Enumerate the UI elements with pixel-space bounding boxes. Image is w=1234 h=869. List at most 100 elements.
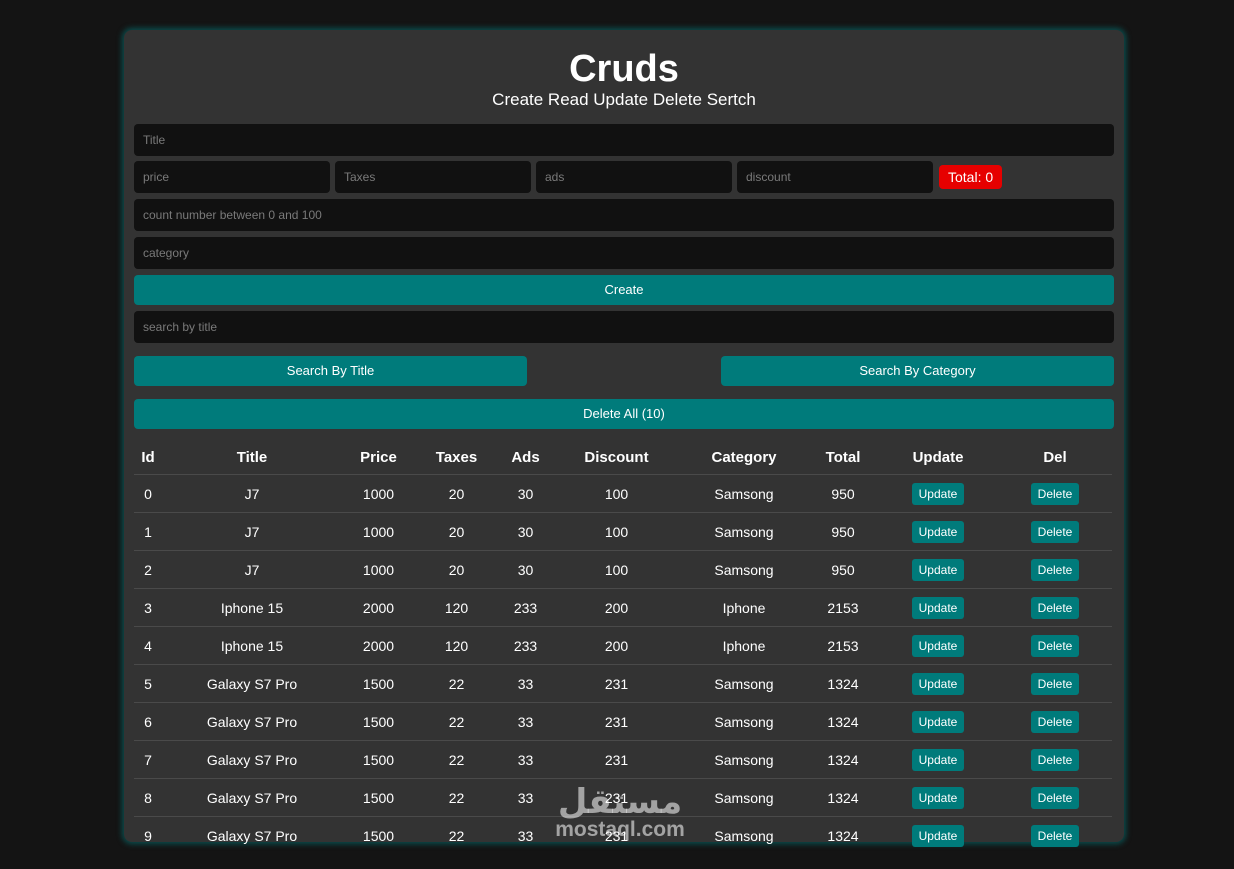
page-title: Cruds — [569, 48, 679, 90]
page-subtitle: Create Read Update Delete Sertch — [492, 90, 756, 109]
create-button[interactable]: Create — [134, 275, 1114, 305]
cell-price: 2000 — [342, 589, 415, 627]
cell-total: 950 — [808, 475, 878, 513]
header-update: Update — [878, 440, 998, 475]
cell-id: 5 — [134, 665, 162, 703]
delete-button[interactable]: Delete — [1030, 710, 1080, 733]
cell-total: 950 — [808, 551, 878, 589]
taxes-input[interactable] — [335, 161, 531, 193]
cell-title: Iphone 15 — [162, 589, 342, 627]
cell-price: 1500 — [342, 665, 415, 703]
table-row: 3 Iphone 15 2000 120 233 200 Iphone 2153 Update D… — [134, 589, 1112, 627]
update-button[interactable]: Update — [911, 824, 965, 847]
table-row: 6 Galaxy S7 Pro 1500 22 33 231 Samsong 1324 Upda… — [134, 703, 1112, 741]
count-input[interactable] — [134, 199, 1114, 231]
delete-button[interactable]: Delete — [1030, 596, 1080, 619]
cell-update: Update — [878, 551, 998, 589]
cell-category: Samsong — [680, 513, 808, 551]
cell-taxes: 22 — [415, 665, 498, 703]
table-row: 4 Iphone 15 2000 120 233 200 Iphone 2153 Update D… — [134, 627, 1112, 665]
cell-ads: 233 — [498, 627, 553, 665]
delete-button[interactable]: Delete — [1030, 520, 1080, 543]
cell-price: 1000 — [342, 551, 415, 589]
search-input[interactable] — [134, 311, 1114, 343]
cell-update: Update — [878, 665, 998, 703]
cell-total: 1324 — [808, 703, 878, 741]
cell-taxes: 120 — [415, 589, 498, 627]
cell-delete: Delete — [998, 627, 1112, 665]
update-button[interactable]: Update — [911, 596, 965, 619]
update-button[interactable]: Update — [911, 520, 965, 543]
cell-discount: 231 — [553, 703, 680, 741]
search-by-category-button[interactable]: Search By Category — [721, 356, 1114, 386]
cell-delete: Delete — [998, 703, 1112, 741]
delete-button[interactable]: Delete — [1030, 786, 1080, 809]
header-id: Id — [134, 440, 162, 475]
header-total: Total — [808, 440, 878, 475]
update-button[interactable]: Update — [911, 748, 965, 771]
cell-price: 1500 — [342, 703, 415, 741]
header-taxes: Taxes — [415, 440, 498, 475]
cell-ads: 33 — [517, 827, 534, 844]
cell-id: 9 — [144, 827, 152, 844]
cell-total: 1324 — [808, 665, 878, 703]
title-input[interactable] — [134, 124, 1114, 156]
price-input[interactable] — [134, 161, 330, 193]
cell-ads: 33 — [498, 665, 553, 703]
update-button[interactable]: Update — [911, 786, 965, 809]
delete-button[interactable]: Delete — [1030, 824, 1080, 847]
cell-update: Update — [878, 589, 998, 627]
cell-update: Update — [878, 741, 998, 779]
cell-update: Update — [878, 703, 998, 741]
cell-delete: Delete — [998, 513, 1112, 551]
delete-button[interactable]: Delete — [1030, 672, 1080, 695]
total-badge: Total: 0 — [939, 165, 1003, 189]
cell-title: Galaxy S7 Pro — [162, 665, 342, 703]
cell-category: Samsong — [680, 475, 808, 513]
delete-button[interactable]: Delete — [1030, 482, 1080, 505]
cell-total: 2153 — [808, 627, 878, 665]
cell-title: Galaxy S7 Pro — [162, 703, 342, 741]
cell-ads: 30 — [498, 513, 553, 551]
cell-discount: 231 — [553, 779, 680, 817]
delete-button[interactable]: Delete — [1030, 558, 1080, 581]
update-button[interactable]: Update — [911, 634, 965, 657]
cell-taxes: 22 — [415, 779, 498, 817]
header-price: Price — [342, 440, 415, 475]
update-button[interactable]: Update — [911, 672, 965, 695]
cell-id: 3 — [134, 589, 162, 627]
ads-input[interactable] — [536, 161, 732, 193]
cell-update: Update — [878, 627, 998, 665]
cell-taxes: 120 — [415, 627, 498, 665]
cell-title: Iphone 15 — [162, 627, 342, 665]
discount-input[interactable] — [737, 161, 933, 193]
delete-all-button[interactable]: Delete All (10) — [134, 399, 1114, 429]
cell-total: 1324 — [808, 779, 878, 817]
cell-title: J7 — [162, 551, 342, 589]
table-header-row: Id Title Price Taxes Ads Discount Catego… — [134, 440, 1112, 475]
cell-category: Iphone — [680, 627, 808, 665]
cell-category: Samsong — [680, 779, 808, 817]
header-del: Del — [998, 440, 1112, 475]
delete-button[interactable]: Delete — [1030, 634, 1080, 657]
cell-price: 1000 — [342, 475, 415, 513]
cell-category: Samsong — [680, 665, 808, 703]
table-row: 2 J7 1000 20 30 100 Samsong 950 Update Delete — [134, 551, 1112, 589]
update-button[interactable]: Update — [911, 710, 965, 733]
price-row: Total: 0 — [134, 161, 1114, 193]
cell-ads: 33 — [498, 741, 553, 779]
cell-discount: 100 — [553, 475, 680, 513]
update-button[interactable]: Update — [911, 482, 965, 505]
search-by-title-button[interactable]: Search By Title — [134, 356, 527, 386]
cell-taxes: 20 — [415, 475, 498, 513]
delete-button[interactable]: Delete — [1030, 748, 1080, 771]
cell-discount: 100 — [553, 513, 680, 551]
cell-delete: Delete — [998, 475, 1112, 513]
cell-total: 1324 — [827, 827, 859, 844]
cell-title: Galaxy S7 Pro — [162, 741, 342, 779]
category-input[interactable] — [134, 237, 1114, 269]
update-button[interactable]: Update — [911, 558, 965, 581]
cell-ads: 233 — [498, 589, 553, 627]
cell-category: Samsong — [680, 741, 808, 779]
cell-taxes: 20 — [415, 513, 498, 551]
